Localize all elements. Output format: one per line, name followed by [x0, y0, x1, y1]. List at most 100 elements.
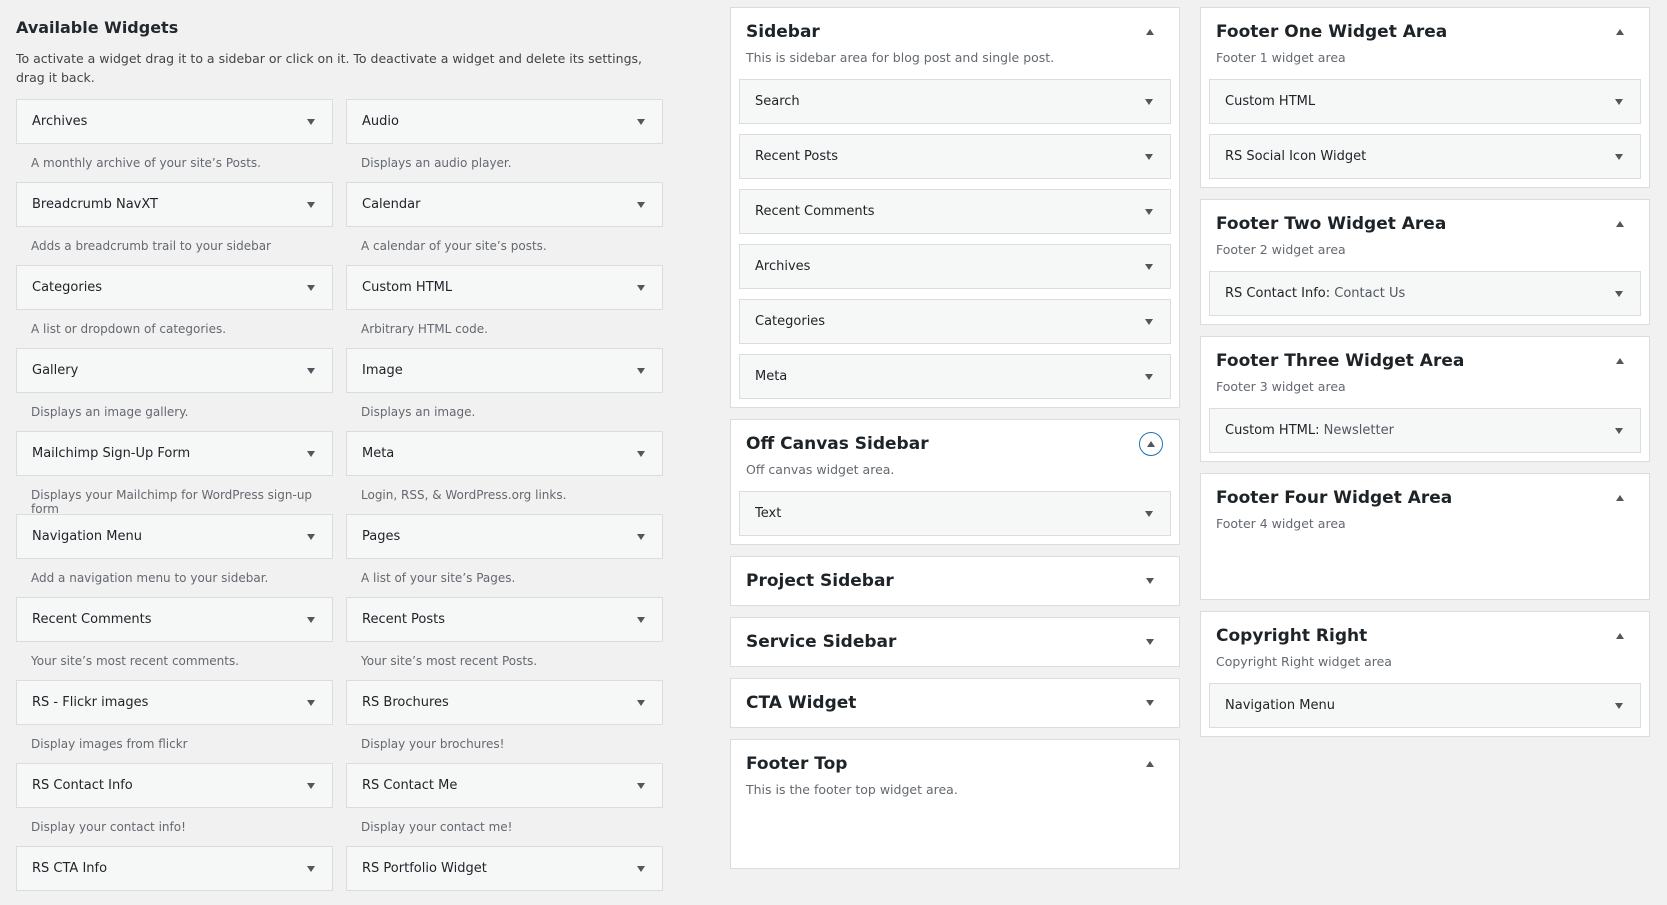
arrow-down-icon: [307, 865, 315, 872]
area-description: Footer 4 widget area: [1216, 516, 1346, 531]
widget-toggle[interactable]: Archives: [16, 99, 333, 144]
arrow-down-icon: [307, 284, 315, 291]
widget-title: Calendar: [362, 197, 421, 212]
widget-title: Navigation Menu: [32, 529, 142, 544]
widget-toggle[interactable]: Recent Comments: [16, 597, 333, 642]
area-description: Off canvas widget area.: [746, 462, 895, 477]
widget-toggle[interactable]: Pages: [346, 514, 663, 559]
area-toggle[interactable]: Footer One Widget Area: [1201, 8, 1649, 56]
area-footer-four: Footer Four Widget Area Footer 4 widget …: [1200, 473, 1650, 600]
area-toggle[interactable]: Service Sidebar: [731, 618, 1179, 666]
widget-title: Image: [362, 363, 403, 378]
area-title: Project Sidebar: [746, 571, 894, 591]
widget-toggle[interactable]: Breadcrumb NavXT: [16, 182, 333, 227]
widget-title: Breadcrumb NavXT: [32, 197, 158, 212]
widget-toggle[interactable]: Custom HTML: [346, 265, 663, 310]
area-widget-list: Custom HTML RS Social Icon Widget: [1201, 79, 1649, 187]
widget-toggle[interactable]: Categories: [16, 265, 333, 310]
placed-widget-title: RS Contact Info: Contact Us: [1225, 286, 1405, 301]
arrow-down-icon: [1145, 98, 1153, 105]
arrow-up-icon: [1146, 29, 1154, 35]
widget-toggle[interactable]: RS Contact Info: [16, 763, 333, 808]
placed-widget[interactable]: Meta: [739, 354, 1171, 399]
placed-widget[interactable]: Recent Comments: [739, 189, 1171, 234]
placed-widget[interactable]: Text: [739, 491, 1171, 536]
widget-toggle[interactable]: Navigation Menu: [16, 514, 333, 559]
area-title: Footer Top: [746, 754, 848, 774]
widget-toggle[interactable]: Mailchimp Sign-Up Form: [16, 431, 333, 476]
widget-instance-title: Contact Us: [1334, 286, 1406, 301]
area-title: Sidebar: [746, 22, 820, 42]
area-widget-list: Search Recent Posts Recent Comments Arch…: [731, 79, 1179, 407]
area-toggle[interactable]: Off Canvas Sidebar: [731, 420, 1179, 468]
collapse-toggle-button[interactable]: [1139, 432, 1163, 456]
arrow-down-icon: [1615, 290, 1623, 297]
widget-description: Adds a breadcrumb trail to your sidebar: [31, 239, 271, 253]
arrow-down-icon: [307, 782, 315, 789]
widget-toggle[interactable]: Meta: [346, 431, 663, 476]
widget-title: RS CTA Info: [32, 861, 108, 876]
arrow-down-icon: [1146, 700, 1154, 706]
placed-widget[interactable]: Archives: [739, 244, 1171, 289]
widget-toggle[interactable]: RS - Flickr images: [16, 680, 333, 725]
widget-title: RS Contact Me: [362, 778, 458, 793]
area-widget-list: RS Contact Info: Contact Us: [1201, 271, 1649, 324]
arrow-down-icon: [637, 450, 645, 457]
widget-audio: Audio Displays an audio player.: [346, 99, 663, 182]
placed-widget[interactable]: Search: [739, 79, 1171, 124]
placed-widget[interactable]: Custom HTML: Newsletter: [1209, 408, 1641, 453]
arrow-down-icon: [637, 782, 645, 789]
area-title: Footer Three Widget Area: [1216, 351, 1465, 371]
area-toggle[interactable]: Footer Top: [731, 740, 1179, 788]
widget-gallery: Gallery Displays an image gallery.: [16, 348, 333, 431]
widget-toggle[interactable]: Calendar: [346, 182, 663, 227]
widget-toggle[interactable]: Audio: [346, 99, 663, 144]
area-toggle[interactable]: Copyright Right: [1201, 612, 1649, 660]
area-toggle[interactable]: Sidebar: [731, 8, 1179, 56]
area-toggle[interactable]: CTA Widget: [731, 679, 1179, 727]
arrow-down-icon: [1615, 153, 1623, 160]
arrow-down-icon: [307, 367, 315, 374]
placed-widget[interactable]: RS Social Icon Widget: [1209, 134, 1641, 179]
widget-grid: Archives A monthly archive of your site’…: [16, 99, 663, 905]
arrow-down-icon: [1146, 639, 1154, 645]
widget-description: A list of your site’s Pages.: [361, 571, 516, 585]
widget-toggle[interactable]: RS Portfolio Widget: [346, 846, 663, 891]
widget-toggle[interactable]: Recent Posts: [346, 597, 663, 642]
arrow-down-icon: [1145, 153, 1153, 160]
area-toggle[interactable]: Footer Three Widget Area: [1201, 337, 1649, 385]
widget-toggle[interactable]: RS Brochures: [346, 680, 663, 725]
arrow-down-icon: [307, 450, 315, 457]
widget-toggle[interactable]: RS Contact Me: [346, 763, 663, 808]
placed-widget-title: Search: [755, 94, 800, 109]
area-footer-two: Footer Two Widget Area Footer 2 widget a…: [1200, 199, 1650, 325]
widget-toggle[interactable]: Gallery: [16, 348, 333, 393]
area-title: Off Canvas Sidebar: [746, 434, 929, 454]
placed-widget[interactable]: Navigation Menu: [1209, 683, 1641, 728]
arrow-down-icon: [637, 616, 645, 623]
area-title: Copyright Right: [1216, 626, 1368, 646]
area-toggle[interactable]: Project Sidebar: [731, 557, 1179, 605]
area-toggle[interactable]: Footer Four Widget Area: [1201, 474, 1649, 522]
area-widget-list: Navigation Menu: [1201, 683, 1649, 736]
widget-toggle[interactable]: RS CTA Info: [16, 846, 333, 891]
area-description: Footer 1 widget area: [1216, 50, 1346, 65]
widget-categories: Categories A list or dropdown of categor…: [16, 265, 333, 348]
placed-widget[interactable]: RS Contact Info: Contact Us: [1209, 271, 1641, 316]
placed-widget[interactable]: Recent Posts: [739, 134, 1171, 179]
widget-title: Audio: [362, 114, 399, 129]
arrow-down-icon: [637, 865, 645, 872]
widget-pages: Pages A list of your site’s Pages.: [346, 514, 663, 597]
widget-toggle[interactable]: Image: [346, 348, 663, 393]
widget-rs-portfolio: RS Portfolio Widget: [346, 846, 663, 905]
placed-widget[interactable]: Categories: [739, 299, 1171, 344]
widget-description: Display your contact info!: [31, 820, 186, 834]
placed-widget[interactable]: Custom HTML: [1209, 79, 1641, 124]
widget-description: A list or dropdown of categories.: [31, 322, 227, 336]
arrow-up-icon: [1147, 441, 1155, 447]
widget-recent-comments: Recent Comments Your site’s most recent …: [16, 597, 333, 680]
area-toggle[interactable]: Footer Two Widget Area: [1201, 200, 1649, 248]
area-title: Footer Four Widget Area: [1216, 488, 1453, 508]
widget-name: Custom HTML:: [1225, 423, 1320, 438]
placed-widget-title: Navigation Menu: [1225, 698, 1335, 713]
